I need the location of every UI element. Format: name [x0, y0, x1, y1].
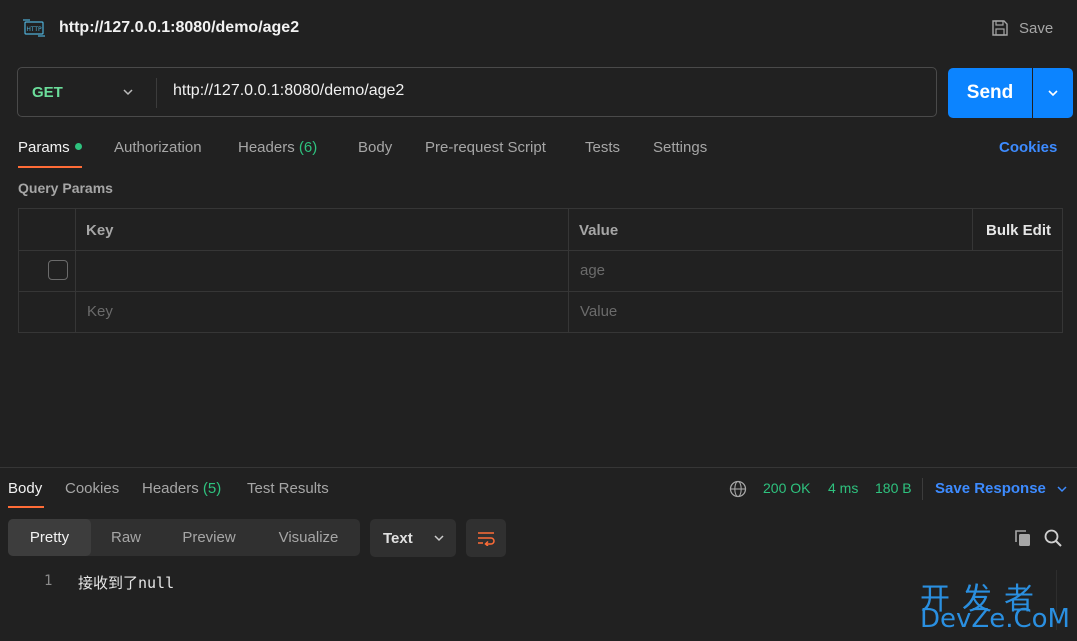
tab-settings[interactable]: Settings: [653, 139, 707, 156]
chevron-down-icon: [1057, 485, 1067, 492]
view-mode-selector: Pretty Raw Preview Visualize: [8, 519, 360, 556]
response-time[interactable]: 4 ms: [828, 480, 858, 496]
table-divider: [19, 250, 1062, 251]
new-param-key-input[interactable]: Key: [87, 303, 113, 320]
request-title: http://127.0.0.1:8080/demo/age2: [59, 19, 300, 36]
send-button[interactable]: Send: [948, 68, 1032, 118]
chevron-down-icon: [1048, 90, 1058, 97]
active-tab-indicator: [18, 166, 82, 168]
response-active-tab-indicator: [8, 506, 44, 508]
copy-icon[interactable]: [1013, 528, 1033, 548]
status-divider: [922, 478, 923, 500]
tab-body[interactable]: Body: [358, 139, 392, 156]
column-header-value: Value: [579, 222, 619, 239]
tab-headers-label: Headers: [238, 139, 295, 156]
view-pretty[interactable]: Pretty: [8, 519, 91, 556]
cookies-link[interactable]: Cookies: [999, 139, 1057, 156]
response-headers-count: (5): [202, 480, 222, 497]
response-tab-test-results[interactable]: Test Results: [247, 480, 329, 497]
headers-count: (6): [298, 139, 318, 156]
new-param-value-input[interactable]: Value: [580, 303, 617, 320]
format-select[interactable]: Text: [370, 519, 456, 557]
save-icon: [992, 20, 1008, 36]
view-raw[interactable]: Raw: [91, 519, 161, 556]
table-divider: [75, 209, 76, 332]
status-code[interactable]: 200 OK: [763, 480, 810, 496]
response-body-line[interactable]: 接收到了null: [78, 572, 174, 593]
send-options-button[interactable]: [1033, 68, 1073, 118]
save-label: Save: [1019, 19, 1054, 37]
method-select[interactable]: GET: [18, 68, 156, 116]
view-visualize[interactable]: Visualize: [257, 519, 360, 556]
params-active-dot: [74, 142, 82, 150]
watermark-en: DevZe.CoM: [920, 604, 1070, 634]
tab-tests[interactable]: Tests: [585, 139, 620, 156]
bulk-edit-button[interactable]: Bulk Edit: [986, 222, 1051, 239]
response-tab-headers[interactable]: Headers (5): [142, 480, 221, 497]
response-headers-label: Headers: [142, 480, 199, 497]
param-row-checkbox[interactable]: [48, 260, 68, 280]
save-button[interactable]: Save: [990, 16, 1053, 40]
chevron-down-icon: [434, 535, 444, 542]
format-label: Text: [383, 529, 413, 547]
response-divider: [0, 467, 1077, 468]
url-input[interactable]: http://127.0.0.1:8080/demo/age2: [173, 82, 404, 100]
tab-prerequest-script[interactable]: Pre-request Script: [425, 139, 546, 156]
url-bar: GET http://127.0.0.1:8080/demo/age2: [17, 67, 937, 117]
svg-text:HTTP: HTTP: [26, 26, 42, 33]
save-response-button[interactable]: Save Response: [935, 480, 1068, 497]
url-divider: [156, 78, 157, 108]
response-size[interactable]: 180 B: [875, 480, 912, 496]
method-label: GET: [32, 83, 63, 101]
watermark-logo: 开发者 DevZe.CoM: [918, 574, 1073, 638]
wrap-lines-icon: [478, 532, 495, 546]
response-tab-body[interactable]: Body: [8, 480, 42, 497]
search-icon[interactable]: [1043, 528, 1063, 548]
tab-params-label: Params: [18, 139, 70, 156]
save-response-label: Save Response: [935, 480, 1046, 497]
table-divider: [568, 209, 569, 332]
param-key-input[interactable]: [86, 262, 556, 280]
tab-authorization[interactable]: Authorization: [114, 139, 202, 156]
chevron-down-icon: [123, 89, 133, 96]
query-params-label: Query Params: [18, 180, 113, 196]
param-value-input[interactable]: age: [580, 262, 605, 279]
tab-params[interactable]: Params: [18, 139, 82, 156]
wrap-lines-button[interactable]: [466, 519, 506, 557]
table-divider: [972, 209, 973, 250]
response-tab-cookies[interactable]: Cookies: [65, 480, 119, 497]
line-number: 1: [44, 573, 53, 589]
tab-headers[interactable]: Headers (6): [238, 139, 317, 156]
column-header-key: Key: [86, 222, 114, 239]
query-params-table: Key Value Bulk Edit age Key Value: [18, 208, 1063, 333]
globe-icon[interactable]: [729, 480, 747, 498]
view-preview[interactable]: Preview: [161, 519, 257, 556]
table-divider: [19, 291, 1062, 292]
http-icon: HTTP: [23, 19, 45, 37]
